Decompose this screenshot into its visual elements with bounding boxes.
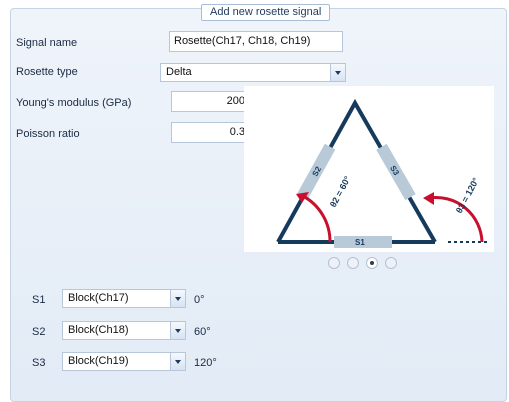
carousel-dot-4[interactable] <box>385 257 397 269</box>
triangle-frame <box>276 98 437 243</box>
chevron-down-icon[interactable] <box>170 290 185 307</box>
channel-s1-angle: 0° <box>194 294 205 306</box>
youngs-modulus-input[interactable]: 200 <box>171 91 250 112</box>
rosette-type-select[interactable]: Delta <box>160 63 346 82</box>
chevron-down-icon[interactable] <box>170 353 185 370</box>
poisson-ratio-input[interactable]: 0.3 <box>171 122 250 143</box>
channel-s3-angle: 120° <box>194 357 217 369</box>
gauge-s2-group: S2 <box>296 143 336 201</box>
channel-label-s3: S3 <box>32 357 46 369</box>
signal-name-label: Signal name <box>16 37 78 49</box>
channel-s2-select[interactable]: Block(Ch18) <box>62 321 186 340</box>
rosette-diagram: S1 S2 S3 θ2 = 60° θ3 = 120° <box>244 86 494 252</box>
youngs-modulus-label: Young's modulus (GPa) <box>16 97 132 109</box>
dialog-title: Add new rosette signal <box>201 4 331 21</box>
delta-rosette-illustration: S1 S2 S3 θ2 = 60° θ3 = 120° <box>276 98 490 248</box>
carousel-dot-2[interactable] <box>347 257 359 269</box>
gauge-label-s1: S1 <box>355 238 365 247</box>
channel-s3-select[interactable]: Block(Ch19) <box>62 352 186 371</box>
carousel-dot-3[interactable] <box>366 257 378 269</box>
signal-name-input[interactable]: Rosette(Ch17, Ch18, Ch19) <box>169 31 343 52</box>
angle-arc-theta3 <box>428 195 484 243</box>
chevron-down-icon[interactable] <box>330 64 345 81</box>
channel-s2-angle: 60° <box>194 326 211 338</box>
channel-label-s1: S1 <box>32 294 46 306</box>
arrowhead-theta3-icon <box>423 192 434 205</box>
channel-s1-select[interactable]: Block(Ch17) <box>62 289 186 308</box>
channel-s2-value: Block(Ch18) <box>68 324 129 336</box>
chevron-down-icon[interactable] <box>170 322 185 339</box>
channel-s1-value: Block(Ch17) <box>68 292 129 304</box>
rosette-type-value: Delta <box>166 66 192 78</box>
channel-label-s2: S2 <box>32 326 46 338</box>
channel-s3-value: Block(Ch19) <box>68 355 129 367</box>
rosette-type-label: Rosette type <box>16 66 78 78</box>
poisson-ratio-label: Poisson ratio <box>16 128 80 140</box>
gauge-s3-group: S3 <box>376 143 416 201</box>
angle-label-theta2: θ2 = 60° <box>328 174 353 209</box>
carousel-dot-1[interactable] <box>328 257 340 269</box>
angle-arc-theta2 <box>302 194 332 243</box>
